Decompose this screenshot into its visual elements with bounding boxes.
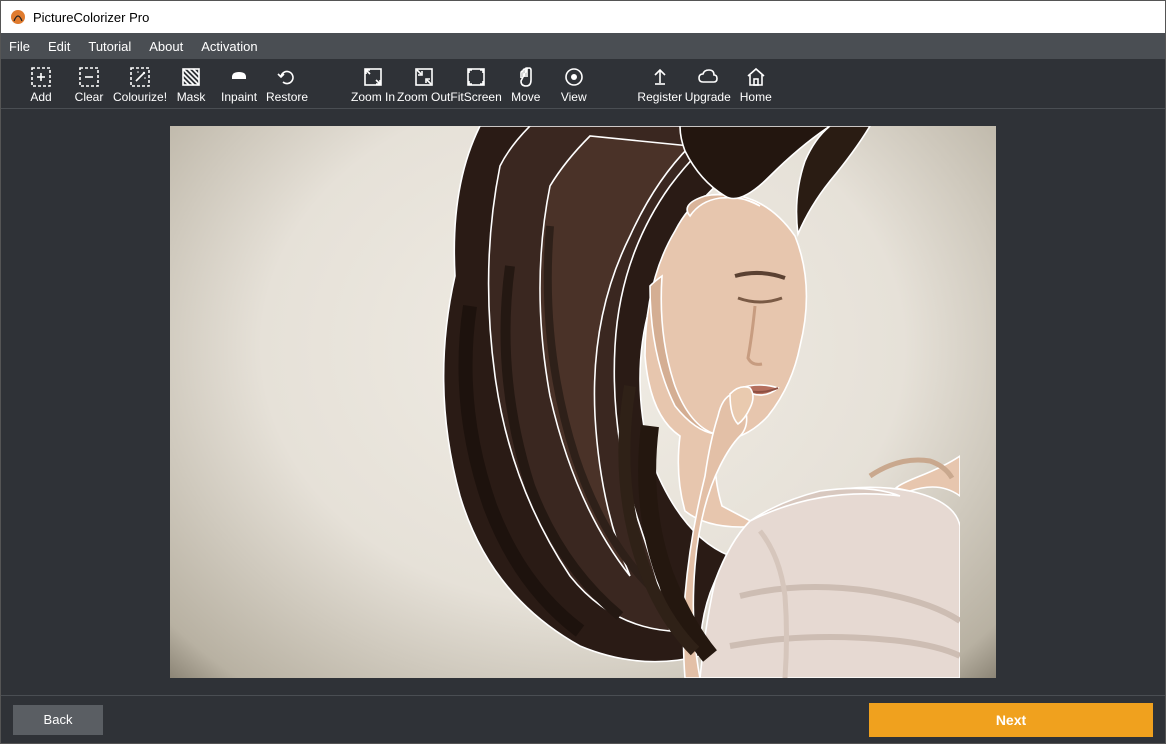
tool-mask[interactable]: Mask: [167, 59, 215, 109]
next-button[interactable]: Next: [869, 703, 1153, 737]
tool-label: Register: [637, 90, 682, 104]
tool-colourize[interactable]: Colourize!: [113, 59, 167, 109]
zoom-out-icon: [412, 64, 436, 90]
tool-fit-screen[interactable]: FitScreen: [450, 59, 501, 109]
inpaint-icon: [227, 64, 251, 90]
tool-upgrade[interactable]: Upgrade: [684, 59, 732, 109]
tool-label: Upgrade: [685, 90, 731, 104]
home-icon: [744, 64, 768, 90]
tool-view[interactable]: View: [550, 59, 598, 109]
toolbar: Add Clear Colourize! Mask Inpaint Restor…: [1, 59, 1165, 109]
tool-label: Mask: [177, 90, 206, 104]
bottombar: Back Next: [1, 695, 1165, 743]
tool-zoom-in[interactable]: Zoom In: [349, 59, 397, 109]
tool-label: Clear: [75, 90, 104, 104]
menubar: File Edit Tutorial About Activation: [1, 33, 1165, 59]
window-title: PictureColorizer Pro: [33, 10, 149, 25]
tool-clear[interactable]: Clear: [65, 59, 113, 109]
tool-label: Colourize!: [113, 90, 167, 104]
add-icon: [29, 64, 53, 90]
tool-restore[interactable]: Restore: [263, 59, 311, 109]
tool-zoom-out[interactable]: Zoom Out: [397, 59, 450, 109]
magic-wand-icon: [128, 64, 152, 90]
tool-home[interactable]: Home: [732, 59, 780, 109]
menu-file[interactable]: File: [9, 39, 30, 54]
tool-label: View: [561, 90, 587, 104]
app-icon: [9, 8, 27, 26]
tool-add[interactable]: Add: [17, 59, 65, 109]
canvas-area: [1, 109, 1165, 695]
image-canvas[interactable]: [170, 126, 996, 678]
window-maximize-button[interactable]: [1069, 1, 1115, 33]
titlebar: PictureColorizer Pro: [1, 1, 1165, 33]
menu-about[interactable]: About: [149, 39, 183, 54]
tool-label: Home: [740, 90, 772, 104]
menu-activation[interactable]: Activation: [201, 39, 257, 54]
upload-arrow-icon: [648, 64, 672, 90]
tool-label: Zoom In: [351, 90, 395, 104]
tool-move[interactable]: Move: [502, 59, 550, 109]
cloud-icon: [696, 64, 720, 90]
menu-edit[interactable]: Edit: [48, 39, 70, 54]
fit-screen-icon: [464, 64, 488, 90]
tool-register[interactable]: Register: [636, 59, 684, 109]
back-button[interactable]: Back: [13, 705, 103, 735]
window-minimize-button[interactable]: [1023, 1, 1069, 33]
clear-icon: [77, 64, 101, 90]
tool-label: Restore: [266, 90, 308, 104]
menu-tutorial[interactable]: Tutorial: [88, 39, 131, 54]
tool-label: Add: [30, 90, 51, 104]
zoom-in-icon: [361, 64, 385, 90]
photo-subject: [400, 126, 960, 678]
window-close-button[interactable]: [1115, 1, 1161, 33]
tool-inpaint[interactable]: Inpaint: [215, 59, 263, 109]
mask-icon: [179, 64, 203, 90]
eye-icon: [562, 64, 586, 90]
tool-label: Move: [511, 90, 540, 104]
undo-icon: [275, 64, 299, 90]
tool-label: Zoom Out: [397, 90, 450, 104]
hand-icon: [514, 64, 538, 90]
tool-label: Inpaint: [221, 90, 257, 104]
tool-label: FitScreen: [450, 90, 501, 104]
